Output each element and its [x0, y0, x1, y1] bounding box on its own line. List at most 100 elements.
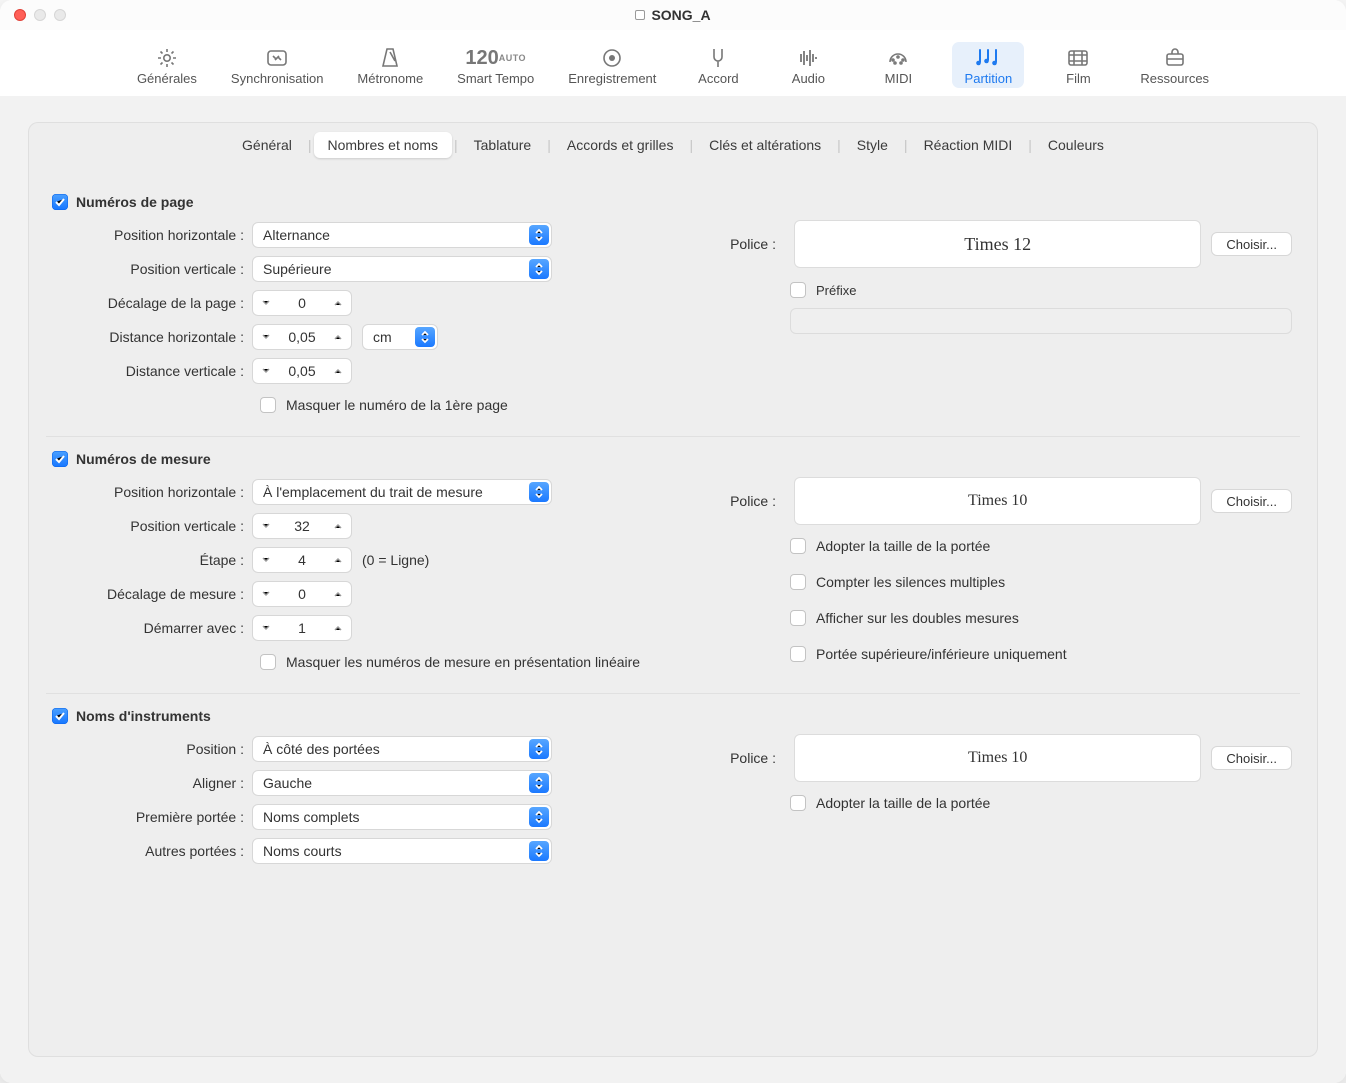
toolbar-smart-tempo[interactable]: 120 AUTO Smart Tempo — [449, 42, 542, 88]
adopt-size-label: Adopter la taille de la portée — [816, 538, 990, 554]
tab-accords-grilles[interactable]: Accords et grilles — [553, 132, 688, 158]
hdist-stepper[interactable]: 0,05 — [252, 324, 352, 350]
step-stepper[interactable]: 4 — [252, 547, 352, 573]
toolbar-generales[interactable]: Générales — [129, 42, 205, 88]
chevron-down-icon[interactable] — [259, 330, 273, 344]
toolbar-label: Smart Tempo — [457, 71, 534, 86]
toolbox-icon — [1163, 45, 1187, 71]
tempo-icon: 120 AUTO — [465, 45, 526, 71]
count-rests-checkbox[interactable] — [790, 574, 806, 590]
b-offset-stepper[interactable]: 0 — [252, 581, 352, 607]
minimize-icon[interactable] — [34, 9, 46, 21]
document-icon — [635, 10, 645, 20]
zoom-icon[interactable] — [54, 9, 66, 21]
chevron-updown-icon — [529, 807, 549, 827]
adopt-size-checkbox[interactable] — [790, 538, 806, 554]
toolbar-record[interactable]: Enregistrement — [560, 42, 664, 88]
prefix-label: Préfixe — [816, 283, 856, 298]
toolbar-ressources[interactable]: Ressources — [1132, 42, 1217, 88]
page-offset-stepper[interactable]: 0 — [252, 290, 352, 316]
show-double-checkbox[interactable] — [790, 610, 806, 626]
chevron-down-icon[interactable] — [259, 364, 273, 378]
tab-style[interactable]: Style — [843, 132, 902, 158]
vdist-stepper[interactable]: 0,05 — [252, 358, 352, 384]
toolbar-label: Enregistrement — [568, 71, 656, 86]
bv-stepper[interactable]: 32 — [252, 513, 352, 539]
toolbar-label: Synchronisation — [231, 71, 324, 86]
font-preview: Times 12 — [794, 220, 1201, 268]
ph-select[interactable]: Alternance — [252, 222, 552, 248]
chevron-up-icon[interactable] — [331, 587, 345, 601]
toolbar-label: MIDI — [885, 71, 912, 86]
tab-couleurs[interactable]: Couleurs — [1034, 132, 1118, 158]
chevron-down-icon[interactable] — [259, 553, 273, 567]
instrument-names-checkbox[interactable] — [52, 708, 68, 724]
hide-linear-checkbox[interactable] — [260, 654, 276, 670]
choose-font-button[interactable]: Choisir... — [1211, 746, 1292, 770]
chevron-up-icon[interactable] — [331, 621, 345, 635]
count-rests-label: Compter les silences multiples — [816, 574, 1005, 590]
hide-first-page-checkbox[interactable] — [260, 397, 276, 413]
choose-font-button[interactable]: Choisir... — [1211, 232, 1292, 256]
section-bar-numbers: Numéros de mesure Position horizontale :… — [46, 437, 1300, 694]
toolbar-midi[interactable]: MIDI — [862, 42, 934, 88]
toolbar-label: Partition — [965, 71, 1013, 86]
pv-select[interactable]: Supérieure — [252, 256, 552, 282]
prefix-checkbox[interactable] — [790, 282, 806, 298]
bh-select[interactable]: À l'emplacement du trait de mesure — [252, 479, 552, 505]
toolbar-sync[interactable]: Synchronisation — [223, 42, 332, 88]
pos-select[interactable]: À côté des portées — [252, 736, 552, 762]
tab-reaction-midi[interactable]: Réaction MIDI — [910, 132, 1027, 158]
toolbar-metronome[interactable]: Métronome — [349, 42, 431, 88]
page-numbers-checkbox[interactable] — [52, 194, 68, 210]
toolbar-label: Accord — [698, 71, 738, 86]
toolbar-partition[interactable]: Partition — [952, 42, 1024, 88]
toolbar-film[interactable]: Film — [1042, 42, 1114, 88]
section-title: Numéros de page — [76, 194, 193, 210]
start-label: Démarrer avec : — [54, 620, 252, 636]
bh-label: Position horizontale : — [54, 484, 252, 500]
first-select[interactable]: Noms complets — [252, 804, 552, 830]
subtabs: Général| Nombres et noms| Tablature| Acc… — [28, 122, 1318, 168]
chevron-up-icon[interactable] — [331, 553, 345, 567]
midi-icon — [886, 45, 910, 71]
chevron-up-icon[interactable] — [331, 296, 345, 310]
tab-general[interactable]: Général — [228, 132, 306, 158]
unit-select[interactable]: cm — [362, 324, 438, 350]
chevron-down-icon[interactable] — [259, 587, 273, 601]
toolbar-label: Film — [1066, 71, 1091, 86]
toolbar-label: Générales — [137, 71, 197, 86]
top-bottom-checkbox[interactable] — [790, 646, 806, 662]
toolbar: Générales Synchronisation Métronome 120 … — [0, 30, 1346, 96]
chevron-down-icon[interactable] — [259, 296, 273, 310]
chevron-up-icon[interactable] — [331, 519, 345, 533]
chevron-down-icon[interactable] — [259, 519, 273, 533]
chevron-updown-icon — [529, 225, 549, 245]
adopt-size-checkbox-2[interactable] — [790, 795, 806, 811]
tab-tablature[interactable]: Tablature — [460, 132, 546, 158]
toolbar-accord[interactable]: Accord — [682, 42, 754, 88]
toolbar-audio[interactable]: Audio — [772, 42, 844, 88]
other-select[interactable]: Noms courts — [252, 838, 552, 864]
chevron-up-icon[interactable] — [331, 364, 345, 378]
start-stepper[interactable]: 1 — [252, 615, 352, 641]
align-select[interactable]: Gauche — [252, 770, 552, 796]
film-icon — [1066, 45, 1090, 71]
prefix-input[interactable] — [790, 308, 1292, 334]
choose-font-button[interactable]: Choisir... — [1211, 489, 1292, 513]
chevron-up-icon[interactable] — [331, 330, 345, 344]
titlebar: SONG_A — [0, 0, 1346, 30]
p-offset-label: Décalage de la page : — [54, 295, 252, 311]
chevron-updown-icon — [529, 482, 549, 502]
section-page-numbers: Numéros de page Position horizontale : A… — [46, 180, 1300, 437]
bar-numbers-checkbox[interactable] — [52, 451, 68, 467]
tab-cles-alterations[interactable]: Clés et altérations — [695, 132, 835, 158]
hide-linear-label: Masquer les numéros de mesure en présent… — [286, 654, 640, 670]
top-bottom-label: Portée supérieure/inférieure uniquement — [816, 646, 1067, 662]
chevron-down-icon[interactable] — [259, 621, 273, 635]
align-label: Aligner : — [54, 775, 252, 791]
waveform-icon — [795, 45, 821, 71]
tab-nombres-noms[interactable]: Nombres et noms — [314, 132, 452, 158]
pv-label: Position verticale : — [54, 261, 252, 277]
close-icon[interactable] — [14, 9, 26, 21]
